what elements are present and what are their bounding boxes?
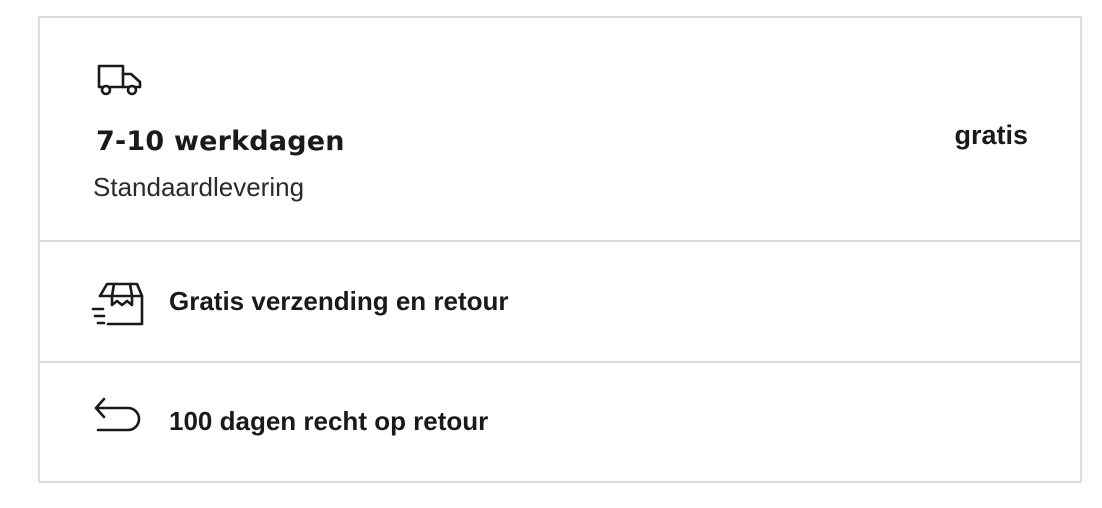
benefit-label: 100 dagen recht op retour [169, 406, 489, 436]
delivery-method: Standaardlevering [93, 172, 305, 202]
return-arrow-icon [94, 397, 141, 432]
benefit-label: Gratis verzending en retour [169, 286, 509, 316]
benefit-return-period: 100 dagen recht op retour [40, 363, 1080, 481]
delivery-price: gratis [954, 120, 1028, 150]
delivery-option: 7-10 werkdagen Standaardlevering gratis [40, 18, 1080, 242]
delivery-info-card: 7-10 werkdagen Standaardlevering gratis … [38, 16, 1082, 483]
package-shipping-icon [91, 282, 144, 326]
truck-icon [97, 64, 142, 96]
delivery-time: 7-10 werkdagen [96, 126, 345, 157]
benefit-free-shipping: Gratis verzending en retour [40, 242, 1080, 363]
